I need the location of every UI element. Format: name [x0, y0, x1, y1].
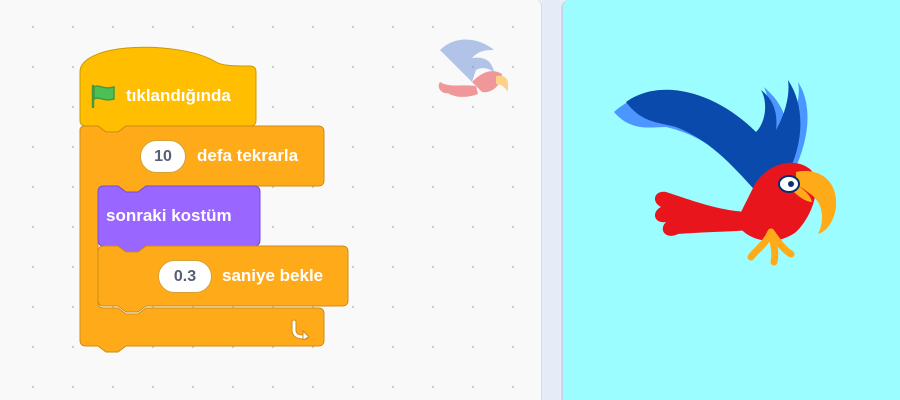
when-flag-clicked-label: tıklandığında [126, 86, 231, 105]
loop-arrow-icon [291, 319, 310, 340]
repeat-count-input[interactable]: 10 [140, 140, 186, 173]
wait-seconds-input[interactable]: 0.3 [158, 260, 212, 293]
parrot-sprite[interactable] [606, 72, 846, 272]
wait-label: saniye bekle [222, 266, 324, 285]
next-costume-label: sonraki kostüm [106, 206, 232, 225]
panel-divider [542, 0, 560, 400]
green-flag-icon [91, 84, 115, 108]
script-stack [79, 46, 349, 353]
repeat-label: defa tekrarla [197, 146, 299, 165]
